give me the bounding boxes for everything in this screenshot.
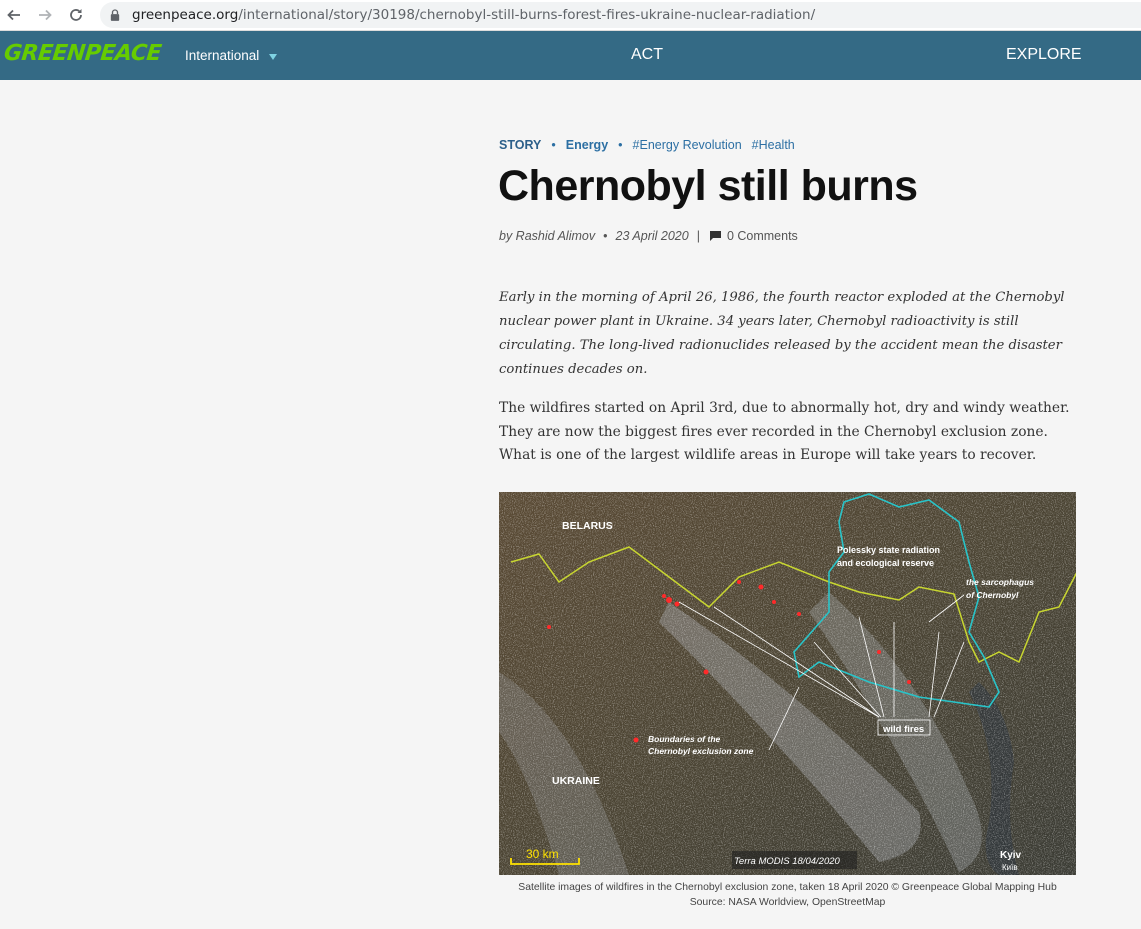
tag-health[interactable]: #Health bbox=[752, 138, 795, 152]
tag-story[interactable]: STORY bbox=[499, 138, 541, 152]
byline-divider: | bbox=[696, 229, 700, 243]
label-ukraine: UKRAINE bbox=[552, 775, 600, 787]
site-header: GREENPEACE International ACT EXPLORE bbox=[0, 31, 1141, 80]
lock-icon bbox=[110, 8, 122, 22]
label-kyiv-local: Київ bbox=[1002, 863, 1018, 872]
article-paragraph: The wildfires started on April 3rd, due … bbox=[499, 400, 1070, 463]
cloud-cover bbox=[499, 492, 1076, 875]
author[interactable]: by Rashid Alimov bbox=[499, 229, 595, 243]
back-button[interactable] bbox=[1, 2, 27, 28]
label-sarcophagus-line1: the sarcophagus bbox=[966, 577, 1034, 587]
comments-link[interactable]: 0 Comments bbox=[727, 229, 798, 243]
caption-line1: Satellite images of wildfires in the Che… bbox=[518, 882, 1057, 893]
label-boundaries-line2: Chernobyl exclusion zone bbox=[648, 746, 754, 756]
label-reserve-line2: and ecological reserve bbox=[837, 558, 934, 568]
forward-button[interactable] bbox=[32, 2, 58, 28]
article-tags: STORY • Energy • #Energy Revolution #Hea… bbox=[499, 138, 795, 152]
label-reserve-line1: Polessky state radiation bbox=[837, 545, 940, 555]
publish-date: 23 April 2020 bbox=[615, 229, 689, 243]
label-sarcophagus-line2: of Chernobyl bbox=[966, 590, 1019, 600]
address-bar[interactable]: greenpeace.org/international/story/30198… bbox=[100, 2, 1141, 28]
arrow-right-icon bbox=[39, 9, 52, 21]
caption-line2: Source: NASA Worldview, OpenStreetMap bbox=[689, 897, 886, 908]
comment-icon bbox=[709, 231, 721, 241]
byline: by Rashid Alimov • 23 April 2020 | 0 Com… bbox=[499, 229, 798, 243]
browser-toolbar: greenpeace.org/international/story/30198… bbox=[0, 0, 1141, 31]
region-label: International bbox=[185, 48, 260, 63]
label-kyiv: Kyiv bbox=[1000, 850, 1022, 861]
article-lead: Early in the morning of April 26, 1986, … bbox=[499, 290, 1065, 377]
label-belarus: BELARUS bbox=[562, 520, 613, 532]
satellite-map-image[interactable]: BELARUS UKRAINE Polessky state radiation… bbox=[499, 492, 1076, 875]
reload-button[interactable] bbox=[63, 2, 89, 28]
caret-down-icon bbox=[269, 53, 278, 60]
label-boundaries-line1: Boundaries of the bbox=[648, 734, 721, 744]
label-wildfires: wild fires bbox=[882, 724, 924, 735]
url-text: greenpeace.org/international/story/30198… bbox=[132, 7, 816, 23]
scale-label: 30 km bbox=[526, 847, 559, 861]
tag-energy[interactable]: Energy bbox=[566, 138, 608, 152]
article-title: Chernobyl still burns bbox=[498, 162, 918, 210]
tag-separator: • bbox=[551, 138, 556, 152]
nav-act[interactable]: ACT bbox=[631, 46, 663, 64]
reload-icon bbox=[70, 9, 82, 21]
arrow-left-icon bbox=[7, 9, 20, 21]
greenpeace-logo[interactable]: GREENPEACE bbox=[3, 41, 163, 66]
tag-separator: • bbox=[618, 138, 623, 152]
nav-explore[interactable]: EXPLORE bbox=[1006, 46, 1082, 64]
byline-separator: • bbox=[603, 229, 608, 243]
label-source: Terra MODIS 18/04/2020 bbox=[734, 856, 841, 867]
figure-caption: Satellite images of wildfires in the Che… bbox=[499, 880, 1076, 910]
region-selector[interactable]: International bbox=[185, 48, 278, 63]
tag-energy-revolution[interactable]: #Energy Revolution bbox=[633, 138, 742, 152]
